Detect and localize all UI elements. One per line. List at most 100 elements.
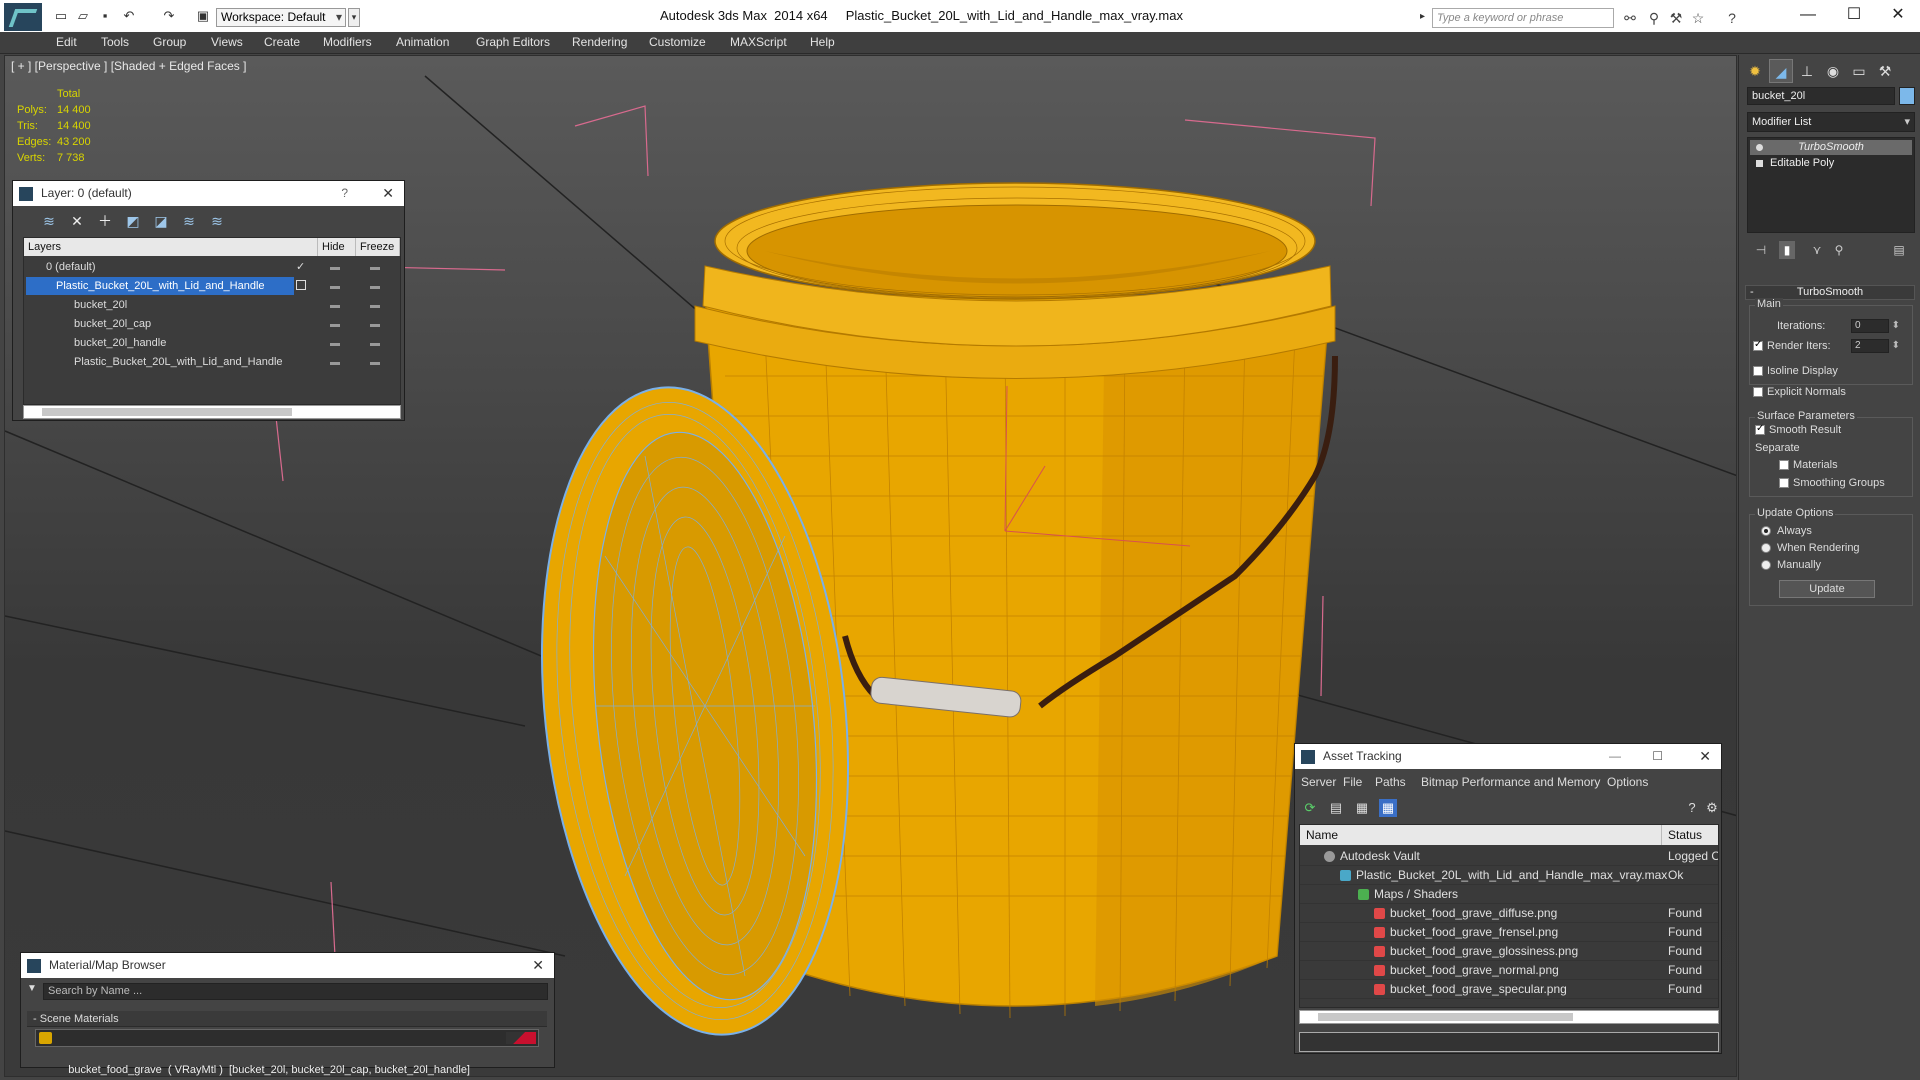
- always-radio[interactable]: [1761, 526, 1771, 536]
- search-expand-icon[interactable]: ▸: [1420, 11, 1425, 22]
- menu-tools[interactable]: Tools: [101, 35, 129, 49]
- minimize-icon[interactable]: —: [1609, 744, 1621, 769]
- menu-server[interactable]: Server: [1301, 775, 1336, 789]
- asset-row[interactable]: bucket_food_grave_glossiness.png Found: [1300, 942, 1718, 961]
- layer-row[interactable]: bucket_20l ▬ ▬: [24, 296, 400, 315]
- project-folder-icon[interactable]: ▣: [194, 8, 212, 24]
- communication-icon[interactable]: ⚒: [1668, 10, 1684, 26]
- add-to-layer-icon[interactable]: ＋: [95, 211, 115, 231]
- asset-tracking-titlebar[interactable]: Asset Tracking — ☐ ✕: [1295, 744, 1721, 769]
- favorites-star-icon[interactable]: ☆: [1690, 10, 1706, 26]
- layer-row[interactable]: Plastic_Bucket_20L_with_Lid_and_Handle ▬…: [24, 353, 400, 372]
- subscription-icon[interactable]: ⚲: [1646, 10, 1662, 26]
- hide-toggle[interactable]: ▬: [330, 296, 344, 315]
- render-iters-checkbox[interactable]: [1753, 339, 1763, 351]
- update-button[interactable]: Update: [1779, 580, 1875, 598]
- create-tab-icon[interactable]: ✹: [1743, 59, 1767, 83]
- refresh-icon[interactable]: ⟳: [1301, 799, 1319, 817]
- menu-create[interactable]: Create: [264, 35, 300, 49]
- manually-radio[interactable]: [1761, 560, 1771, 570]
- material-item[interactable]: bucket_food_grave ( VRayMtl ) [bucket_20…: [35, 1029, 539, 1076]
- object-name-field[interactable]: bucket_20l: [1747, 87, 1895, 105]
- column-layers[interactable]: Layers: [24, 238, 318, 256]
- object-color-swatch[interactable]: [1899, 87, 1915, 105]
- expand-icon[interactable]: [1756, 160, 1763, 167]
- asset-row[interactable]: bucket_food_grave_normal.png Found: [1300, 961, 1718, 980]
- close-window-icon[interactable]: ✕: [1878, 4, 1918, 26]
- layer-horizontal-scrollbar[interactable]: [23, 405, 401, 419]
- menu-animation[interactable]: Animation: [396, 35, 449, 49]
- menu-maxscript[interactable]: MAXScript: [730, 35, 787, 49]
- hide-toggle[interactable]: ▬: [330, 258, 344, 277]
- asset-path-field[interactable]: [1299, 1032, 1719, 1052]
- hide-toggle[interactable]: ▬: [330, 315, 344, 334]
- smooth-result-checkbox[interactable]: [1755, 423, 1765, 435]
- asset-row[interactable]: bucket_food_grave_diffuse.png Found: [1300, 904, 1718, 923]
- modifier-list-dropdown[interactable]: Modifier List: [1747, 112, 1915, 132]
- freeze-toggle[interactable]: ▬: [370, 277, 384, 296]
- menu-options[interactable]: Options: [1607, 775, 1648, 789]
- material-search-input[interactable]: Search by Name ...: [43, 983, 548, 1000]
- delete-layer-icon[interactable]: ✕: [67, 211, 87, 231]
- freeze-toggle[interactable]: ▬: [370, 258, 384, 277]
- undo-icon[interactable]: ↶: [120, 8, 138, 24]
- scrollbar-thumb[interactable]: [42, 408, 292, 416]
- menu-modifiers[interactable]: Modifiers: [323, 35, 372, 49]
- asset-row[interactable]: bucket_food_grave_frensel.png Found: [1300, 923, 1718, 942]
- menu-graph-editors[interactable]: Graph Editors: [476, 35, 550, 49]
- remove-modifier-icon[interactable]: ⚲: [1831, 241, 1847, 259]
- smoothing-groups-checkbox[interactable]: [1779, 478, 1789, 488]
- select-objects-icon[interactable]: ◩: [123, 211, 143, 231]
- hierarchy-tab-icon[interactable]: ⊥: [1795, 59, 1819, 83]
- motion-tab-icon[interactable]: ◉: [1821, 59, 1845, 83]
- workspace-dropdown[interactable]: Workspace: Default: [216, 8, 346, 27]
- layer-row[interactable]: bucket_20l_handle ▬ ▬: [24, 334, 400, 353]
- list-view-icon[interactable]: ▤: [1327, 799, 1345, 817]
- freeze-all-icon[interactable]: ≋: [207, 211, 227, 231]
- menu-group[interactable]: Group: [153, 35, 186, 49]
- asset-row[interactable]: bucket_food_grave_specular.png Found: [1300, 980, 1718, 999]
- column-name[interactable]: Name: [1300, 825, 1662, 845]
- when-rendering-radio[interactable]: [1761, 543, 1771, 553]
- stack-item-turbosmooth[interactable]: TurboSmooth: [1750, 140, 1912, 155]
- freeze-toggle[interactable]: ▬: [370, 315, 384, 334]
- menu-bitmap-performance[interactable]: Bitmap Performance and Memory: [1421, 775, 1600, 789]
- save-icon[interactable]: ▪: [96, 8, 114, 24]
- hide-toggle[interactable]: ▬: [330, 334, 344, 353]
- close-icon[interactable]: ✕: [532, 953, 544, 978]
- redo-icon[interactable]: ↷: [160, 8, 178, 24]
- object-name[interactable]: bucket_20l_handle: [70, 334, 166, 352]
- quick-access-dropdown[interactable]: ▾: [348, 8, 360, 27]
- layer-name[interactable]: 0 (default): [42, 258, 96, 276]
- column-hide[interactable]: Hide: [318, 238, 356, 256]
- asset-horizontal-scrollbar[interactable]: [1299, 1010, 1719, 1024]
- search-input[interactable]: Type a keyword or phrase: [1432, 8, 1614, 28]
- asset-row[interactable]: Plastic_Bucket_20L_with_Lid_and_Handle_m…: [1300, 866, 1718, 885]
- minimize-icon[interactable]: —: [1788, 4, 1828, 26]
- menu-help[interactable]: Help: [810, 35, 835, 49]
- settings-icon[interactable]: ⚙: [1703, 799, 1721, 817]
- close-icon[interactable]: ✕: [1699, 744, 1711, 769]
- new-file-icon[interactable]: ▭: [52, 8, 70, 24]
- show-end-result-icon[interactable]: ▮: [1779, 241, 1795, 259]
- app-logo-icon[interactable]: [4, 3, 42, 31]
- stack-item-editable-poly[interactable]: Editable Poly: [1750, 156, 1912, 171]
- layer-panel-titlebar[interactable]: Layer: 0 (default) ? ✕: [13, 181, 404, 206]
- open-file-icon[interactable]: ▱: [74, 8, 92, 24]
- set-current-box[interactable]: [296, 280, 306, 290]
- hide-all-icon[interactable]: ≋: [179, 211, 199, 231]
- menu-views[interactable]: Views: [211, 35, 243, 49]
- highlight-layer-icon[interactable]: ◪: [151, 211, 171, 231]
- help-icon[interactable]: ?: [341, 181, 348, 206]
- material-browser-titlebar[interactable]: Material/Map Browser ✕: [21, 953, 554, 978]
- pin-stack-icon[interactable]: ⊣: [1753, 241, 1769, 259]
- object-name[interactable]: bucket_20l_cap: [70, 315, 151, 333]
- help-icon[interactable]: ?: [1683, 799, 1701, 817]
- freeze-toggle[interactable]: ▬: [370, 296, 384, 315]
- hide-toggle[interactable]: ▬: [330, 353, 344, 372]
- asset-row[interactable]: Maps / Shaders: [1300, 885, 1718, 904]
- object-name[interactable]: bucket_20l: [70, 296, 127, 314]
- explicit-normals-checkbox[interactable]: [1753, 387, 1763, 397]
- hide-toggle[interactable]: ▬: [330, 277, 344, 296]
- freeze-toggle[interactable]: ▬: [370, 353, 384, 372]
